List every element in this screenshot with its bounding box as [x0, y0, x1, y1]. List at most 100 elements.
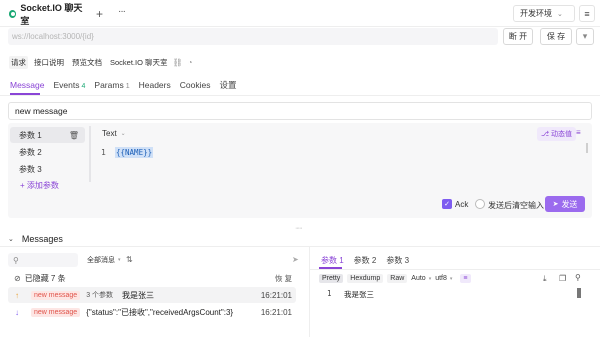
filter-label: 全部消息 — [87, 257, 115, 264]
tab-message[interactable]: Message — [10, 80, 45, 90]
clear-messages-icon[interactable]: ➤ — [292, 255, 299, 264]
param-item[interactable]: 参数 1 🗑 — [10, 127, 85, 143]
chevron-down-icon: ▾ — [428, 275, 432, 282]
tab-label: Message — [10, 80, 45, 90]
top-tab-bar — [0, 0, 600, 27]
message-time: 16:21:01 — [260, 307, 292, 317]
chevron-down-icon: ⌄ — [8, 236, 14, 243]
param-item[interactable]: 参数 3 — [10, 161, 85, 177]
doc-tab-description[interactable]: 接口说明 — [32, 56, 66, 69]
chevron-down-icon: ▾ — [449, 275, 453, 282]
environment-select[interactable]: 开发环境 ⌄ — [513, 5, 575, 22]
divider — [310, 269, 600, 270]
param-label: 参数 1 — [19, 130, 42, 140]
more-tabs-icon[interactable]: ··· — [118, 6, 126, 17]
message-search-input[interactable]: ⚲ — [8, 253, 78, 267]
encoding-select[interactable]: utf8 ▾ — [435, 275, 452, 282]
message-row[interactable]: ↑ new message 3 个参数 我是张三 16:21:01 — [8, 287, 296, 303]
message-content: {"status":"已接收","receivedArgsCount":3} — [86, 307, 234, 317]
param-label: 参数 3 — [19, 164, 42, 174]
incoming-arrow-icon: ↓ — [15, 307, 19, 317]
param-list: 参数 1 🗑 参数 2 参数 3 — [10, 127, 85, 178]
history-icon[interactable]: ◔ — [188, 58, 193, 67]
resize-handle-icon[interactable]: ····· — [295, 225, 303, 232]
socketio-icon — [9, 9, 17, 18]
editor-type-label: Text — [102, 129, 117, 138]
save-button[interactable]: 保 存 — [540, 28, 572, 45]
disconnect-button[interactable]: 断 开 — [503, 28, 533, 45]
message-content: 我是张三 — [122, 290, 155, 300]
tab-label: Cookies — [179, 80, 211, 90]
tab-params[interactable]: Params 1 — [94, 80, 129, 90]
copy-icon[interactable]: ❐ — [559, 274, 566, 283]
detail-tab-param-1[interactable]: 参数 1 — [321, 255, 344, 266]
code-editor-text[interactable]: {{NAME}} — [115, 147, 154, 158]
editor-type-select[interactable]: Text ⌄ — [102, 129, 126, 138]
send-button[interactable]: ➤ 发送 — [545, 196, 585, 212]
detail-tab-param-2[interactable]: 参数 2 — [354, 255, 377, 266]
sort-icon[interactable]: ⇅ — [126, 255, 133, 264]
new-tab-button[interactable]: + — [96, 7, 103, 21]
hamburger-menu-icon[interactable]: ≡ — [579, 5, 595, 22]
tab-headers[interactable]: Headers — [139, 80, 171, 90]
format-raw[interactable]: Raw — [387, 274, 408, 283]
messages-header[interactable]: ⌄ Messages — [8, 234, 63, 244]
doc-tab-request[interactable]: 请求 — [9, 55, 28, 69]
hidden-count: 已隐藏 7 条 — [24, 274, 66, 283]
send-icon: ➤ — [552, 201, 559, 208]
ack-checkbox[interactable]: ✓ — [442, 199, 452, 209]
line-number: 1 — [101, 148, 106, 157]
event-name-input[interactable] — [8, 102, 592, 120]
tab-label: Events — [53, 80, 80, 90]
download-icon[interactable]: ⤓ — [543, 274, 547, 284]
message-row[interactable]: ↓ new message {"status":"已接收","receivedA… — [8, 304, 296, 320]
save-options-button[interactable]: ▾ — [576, 28, 594, 45]
tab-count: 1 — [125, 83, 130, 90]
ack-label: Ack — [455, 200, 469, 209]
hidden-messages-notice: ⊘ 已隐藏 7 条 — [14, 273, 66, 284]
message-time: 16:21:01 — [260, 290, 292, 300]
format-hexdump[interactable]: Hexdump — [347, 274, 384, 283]
clear-after-send-checkbox[interactable] — [475, 199, 485, 209]
tab-socketio-chat[interactable]: Socket.IO 聊天室 — [0, 0, 86, 27]
editor-scrollbar[interactable] — [586, 143, 588, 153]
tab-cookies[interactable]: Cookies — [180, 80, 211, 90]
wrap-icon[interactable]: ≡ — [460, 274, 471, 283]
tab-label: 设置 — [219, 80, 237, 90]
dynamic-value-button[interactable]: ⎇ 动态值 — [537, 127, 577, 141]
search-icon[interactable]: ⚲ — [575, 273, 581, 282]
divider — [0, 246, 600, 247]
format-icon[interactable]: ≡ — [576, 128, 581, 137]
panel-divider[interactable] — [309, 247, 310, 337]
clear-after-send-label: 发送后清空输入 — [488, 201, 544, 210]
url-input[interactable] — [8, 28, 498, 45]
message-filter-select[interactable]: 全部消息 ▾ — [87, 255, 121, 265]
param-item[interactable]: 参数 2 — [10, 144, 85, 160]
trash-icon[interactable]: 🗑 — [69, 131, 79, 140]
link-icon[interactable]: ⛓ — [173, 58, 183, 67]
line-number: 1 — [327, 289, 332, 298]
chevron-down-icon: ⌄ — [557, 10, 563, 18]
chevron-down-icon: ▾ — [118, 257, 121, 263]
auto-label: Auto — [411, 275, 426, 282]
outgoing-arrow-icon: ↑ — [15, 290, 19, 300]
add-param-button[interactable]: + 添加参数 — [20, 180, 59, 191]
param-label: 参数 2 — [19, 147, 42, 157]
auto-select[interactable]: Auto ▾ — [411, 275, 431, 282]
restore-button[interactable]: 恢 复 — [275, 273, 292, 284]
tab-settings[interactable]: 设置 — [219, 79, 236, 91]
event-badge: new message — [31, 307, 81, 317]
environment-label: 开发环境 — [520, 9, 552, 18]
doc-toolbar: 请求 接口说明 预览文档 Socket.IO 聊天室 ⛓ ◔ — [9, 55, 198, 69]
detail-tab-param-3[interactable]: 参数 3 — [386, 255, 409, 266]
doc-name: Socket.IO 聊天室 — [110, 57, 168, 67]
chevron-down-icon: ⌄ — [120, 131, 126, 137]
detail-content: 我是张三 — [344, 290, 374, 299]
detail-scrollbar[interactable] — [577, 288, 581, 298]
tab-events[interactable]: Events 4 — [54, 80, 86, 90]
doc-tab-preview[interactable]: 预览文档 — [70, 56, 104, 69]
tab-count: 4 — [81, 83, 86, 90]
format-pretty[interactable]: Pretty — [319, 274, 344, 283]
arg-count: 3 个参数 — [86, 292, 114, 299]
divider — [0, 95, 600, 96]
